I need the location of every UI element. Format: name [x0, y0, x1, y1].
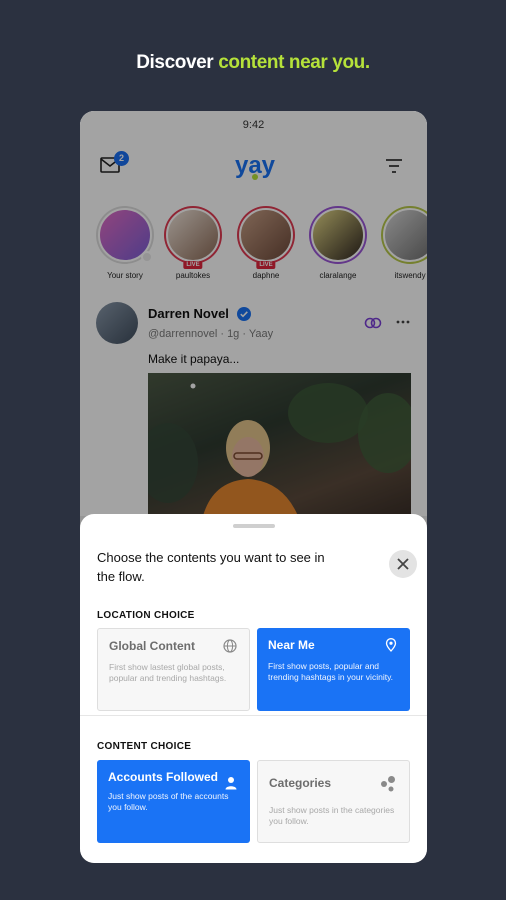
content-choice-label: CONTENT CHOICE — [97, 741, 192, 752]
story-name: itswendy — [394, 271, 426, 280]
story-ring: LIVE — [237, 206, 295, 269]
story-name: daphne — [252, 271, 280, 280]
more-icon[interactable] — [396, 316, 410, 328]
story-ring — [309, 206, 367, 264]
headline: Discover content near you. — [0, 52, 506, 74]
location-pin-icon — [385, 638, 397, 652]
stories-row: Your story LIVE paultokes LIVE daphne cl… — [94, 206, 427, 286]
filter-icon[interactable] — [385, 157, 403, 175]
option-title: Near Me — [268, 638, 315, 652]
story-name: paultokes — [175, 271, 211, 280]
yay-logo: yay — [235, 152, 275, 180]
story-daphne[interactable]: LIVE daphne — [235, 206, 297, 280]
option-description: First show lastest global posts, popular… — [109, 662, 227, 683]
phone-frame: 9:42 2 yay Your story LIVE paultokes LIV… — [80, 111, 427, 863]
near-me-option[interactable]: Near Me First show posts, popular and tr… — [257, 628, 410, 711]
link-icon[interactable] — [364, 316, 382, 330]
story-paultokes[interactable]: LIVE paultokes — [162, 206, 224, 280]
location-choice-label: LOCATION CHOICE — [97, 610, 195, 621]
avatar — [239, 208, 293, 262]
avatar — [166, 208, 220, 262]
story-your-story[interactable]: Your story — [94, 206, 156, 280]
global-content-option[interactable]: Global Content First show lastest global… — [97, 628, 250, 711]
headline-prefix: Discover — [136, 52, 214, 73]
post-handle: @darrennovel — [148, 328, 218, 340]
status-time: 9:42 — [242, 119, 265, 131]
sheet-drag-handle[interactable] — [233, 524, 275, 528]
story-itswendy[interactable]: itswendy — [379, 206, 427, 280]
section-divider — [80, 715, 427, 716]
person-icon — [225, 777, 237, 790]
option-description: First show posts, popular and trending h… — [268, 661, 394, 682]
verified-icon — [237, 307, 251, 321]
story-ring: LIVE — [164, 206, 222, 269]
post-photo — [148, 383, 411, 516]
option-description: Just show posts of the accounts you foll… — [108, 791, 229, 812]
close-icon — [397, 558, 409, 570]
option-description: Just show posts in the categories you fo… — [269, 805, 395, 826]
inbox-badge: 2 — [114, 151, 129, 166]
add-story-icon[interactable] — [141, 251, 153, 263]
accounts-followed-option[interactable]: Accounts Followed Just show posts of the… — [97, 760, 250, 843]
story-ring — [381, 206, 427, 264]
option-title: Accounts Followed — [108, 770, 219, 784]
sheet-title: Choose the contents you want to see in t… — [97, 550, 325, 584]
post-author-name[interactable]: Darren Novel — [148, 306, 229, 321]
post-source: Yaay — [248, 328, 274, 340]
post-age: 1g — [227, 328, 240, 340]
post-author-avatar[interactable] — [96, 302, 138, 344]
post-image[interactable] — [148, 373, 411, 516]
post-caption: Make it papaya... — [148, 352, 240, 366]
avatar — [383, 208, 427, 262]
story-ring — [96, 206, 154, 264]
live-badge: LIVE — [256, 261, 276, 269]
categories-option[interactable]: Categories Just show posts in the catego… — [257, 760, 410, 843]
globe-icon — [223, 639, 237, 653]
story-name: Your story — [107, 271, 143, 280]
content-filter-sheet: Choose the contents you want to see in t… — [80, 514, 427, 863]
story-name: claralange — [319, 271, 357, 280]
avatar — [311, 208, 365, 262]
close-button[interactable] — [389, 550, 417, 578]
story-claralange[interactable]: claralange — [307, 206, 369, 280]
headline-accent: content near you. — [218, 52, 370, 73]
categories-icon — [381, 776, 395, 792]
feed-screen: 9:42 2 yay Your story LIVE paultokes LIV… — [80, 111, 427, 516]
post-meta: @darrennovel · 1g · Yaay — [148, 328, 274, 340]
live-badge: LIVE — [183, 261, 203, 269]
option-title: Global Content — [109, 639, 195, 653]
